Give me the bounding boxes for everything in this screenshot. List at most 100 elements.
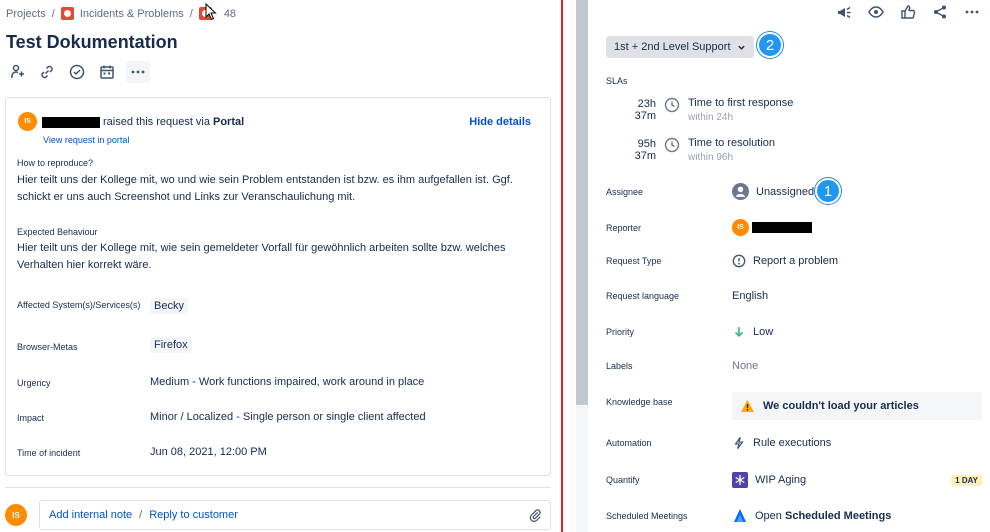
reporter-avatar: IS [732,219,749,236]
request-type-field[interactable]: Report a problem [732,254,838,268]
assign-button[interactable] [6,61,28,83]
automation-value: Rule executions [753,437,832,449]
how-to-reproduce-text: Hier teilt uns der Kollege mit, wo und w… [17,174,513,203]
more-icon[interactable] [964,4,980,20]
mouse-cursor-icon [205,3,217,21]
assignee-field[interactable]: Unassigned [732,183,814,200]
status-label: 1st + 2nd Level Support [614,41,731,53]
field-label: Urgency [17,378,51,388]
link-button[interactable] [36,61,58,83]
field-value-tag[interactable]: Becky [150,298,188,314]
redacted-name [752,222,812,233]
field-label: Impact [17,413,45,423]
sla-first-response: 23h 37m Time to first response within 24… [614,97,794,123]
automation-row: Automation Rule executions [606,436,986,450]
request-details-card: IS raised this request via Portal View r… [5,97,551,476]
field-value: Minor / Localized - Single person or sin… [150,411,426,423]
field-time-of-incident: Time of incident Jun 08, 2021, 12:00 PM [17,446,547,459]
age-lozenge: 1 DAY [951,474,982,486]
hide-details-button[interactable]: Hide details [469,116,531,128]
knowledge-base-warning: We couldn't load your articles [732,392,982,420]
request-type-label: Request Type [606,256,662,266]
automation-field[interactable]: Rule executions [732,436,831,450]
scheduled-meetings-field[interactable]: Open Scheduled Meetings [732,508,891,524]
more-actions-button[interactable] [126,61,150,83]
megaphone-icon[interactable] [836,4,852,20]
annotation-red-line [561,0,563,532]
sla-desc: Time to first response [688,97,794,109]
scrollbar[interactable] [576,0,588,532]
attachment-icon[interactable] [528,508,542,522]
thumbs-up-icon[interactable] [900,4,916,20]
assignee-value: Unassigned [756,185,815,198]
reporter-label: Reporter [606,222,642,233]
breadcrumb-projects[interactable]: Projects [6,8,46,20]
scheduled-meetings-value: Scheduled Meetings [784,510,892,522]
scheduled-meetings-label: Scheduled Meetings [606,511,688,521]
calendar-button[interactable] [96,61,118,83]
expected-behaviour-label: Expected Behaviour [17,227,98,237]
priority-field[interactable]: Low [732,325,773,339]
divider [5,487,551,488]
warning-icon [740,399,755,413]
scrollbar-thumb[interactable] [576,0,588,405]
sla-sub: within 24h [688,112,734,123]
add-internal-note-button[interactable]: Add internal note [49,509,132,521]
annotation-badge-2: 2 [757,32,783,58]
knowledge-base-label: Knowledge base [606,397,673,407]
language-value[interactable]: English [732,290,768,302]
annotation-badge-1: 1 [815,178,841,204]
comment-composer: IS Add internal note / Reply to customer [5,500,551,530]
redacted-name [42,116,100,128]
labels-label: Labels [606,361,633,371]
page-title: Test Dokumentation [6,32,178,52]
current-user-avatar: IS [5,504,27,526]
lightning-icon [734,436,744,450]
request-type-row: Request Type Report a problem [606,254,986,268]
open-label: Open [755,510,782,522]
project-icon [60,7,74,20]
expected-behaviour-text: Hier teilt uns der Kollege mit, wie sein… [17,242,506,271]
breadcrumb-issue-key[interactable]: 48 [224,8,236,20]
language-row: Request language English [606,290,986,302]
comment-separator: / [139,509,143,521]
link-icon [41,65,53,79]
quantify-field[interactable]: WIP Aging [732,472,806,488]
field-browser-metas: Browser-Metas Firefox [17,337,547,353]
view-in-portal-link[interactable]: View request in portal [43,135,129,145]
labels-value[interactable]: None [732,360,758,372]
raised-by-line: raised this request via Portal [42,116,244,128]
breadcrumb-queue[interactable]: Incidents & Problems [80,8,184,20]
more-icon [131,70,145,74]
priority-row: Priority Low [606,325,986,339]
field-label: Browser-Metas [17,342,78,352]
comment-box[interactable]: Add internal note / Reply to customer [39,500,551,530]
sla-time: 95h 37m [634,138,656,162]
quantify-label: Quantify [606,475,640,485]
status-dropdown[interactable]: 1st + 2nd Level Support [606,36,754,58]
field-value-tag[interactable]: Firefox [150,337,192,353]
unassigned-avatar-icon [732,183,749,200]
automation-label: Automation [606,438,652,448]
field-value: Jun 08, 2021, 12:00 PM [150,446,267,458]
reply-to-customer-button[interactable]: Reply to customer [149,509,238,521]
assignee-row: Assignee Unassigned [606,183,986,200]
sla-sub: within 96h [688,152,734,163]
request-type-value: Report a problem [753,255,838,267]
reporter-field[interactable]: IS [732,219,812,236]
issue-actions [836,4,980,20]
raised-text: raised this request via [103,116,210,128]
chevron-down-icon [737,45,745,50]
alert-circle-icon [732,254,746,268]
quantify-value: WIP Aging [755,474,807,486]
assign-icon [11,64,24,78]
quantify-row: Quantify WIP Aging 1 DAY [606,472,986,488]
assignee-label: Assignee [606,186,644,197]
field-value: Medium - Work functions impaired, work a… [150,376,425,388]
approve-button[interactable] [66,61,88,83]
sla-desc: Time to resolution [688,137,776,149]
arrow-down-icon [734,327,744,338]
request-channel: Portal [213,116,245,128]
share-icon[interactable] [932,4,948,20]
watch-eye-icon[interactable] [868,4,884,20]
